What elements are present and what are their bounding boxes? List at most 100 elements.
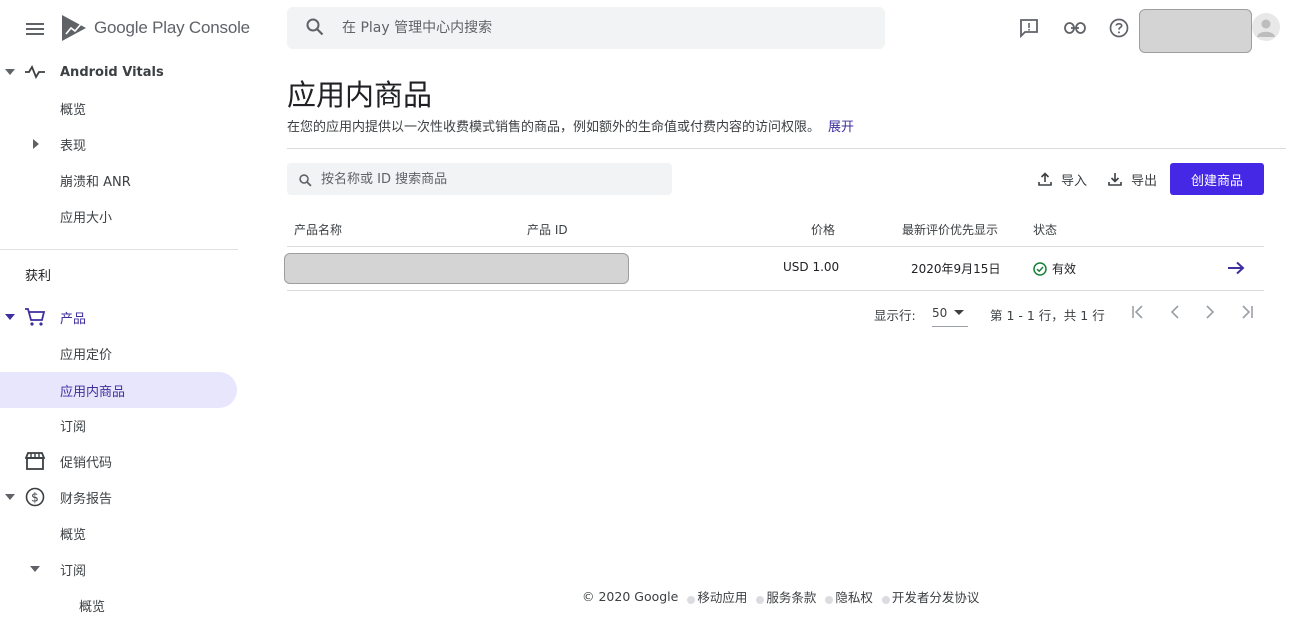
sidebar-item-label: 应用内商品 — [60, 384, 126, 400]
product-name-redacted — [284, 253, 629, 284]
caret-down-icon — [5, 492, 15, 502]
caret-down-icon — [5, 312, 15, 322]
rows-per-page-value: 50 — [932, 306, 948, 320]
import-label: 导入 — [1061, 173, 1088, 189]
separator-dot — [825, 595, 834, 604]
footer: © 2020 Google 移动应用 服务条款 隐私权 开发者分发协议 — [582, 587, 979, 606]
product-price: USD 1.00 — [783, 260, 840, 274]
caret-right-icon — [31, 139, 41, 149]
help-icon[interactable] — [1107, 16, 1131, 40]
sidebar-item-vitals-overview[interactable]: 概览 — [0, 90, 238, 126]
sidebar-item-crashes-anr[interactable]: 崩溃和 ANR — [0, 162, 238, 198]
sidebar-item-label: 促销代码 — [60, 455, 113, 471]
page-description: 在您的应用内提供以一次性收费模式销售的商品，例如额外的生命值或付费内容的访问权限… — [287, 116, 854, 135]
separator-dot — [881, 595, 890, 604]
global-search[interactable] — [287, 7, 885, 49]
sidebar-section-monetize: 获利 — [0, 256, 238, 292]
sidebar-divider — [0, 249, 238, 250]
rows-per-page-select[interactable]: 50 — [932, 300, 968, 327]
footer-link-terms[interactable]: 服务条款 — [766, 587, 816, 606]
sidebar-item-label: 表现 — [60, 138, 87, 154]
play-logo-icon — [62, 15, 86, 41]
section-label: 获利 — [25, 268, 52, 284]
account-switcher[interactable] — [1139, 9, 1252, 53]
export-label: 导出 — [1131, 173, 1158, 189]
cart-icon — [24, 306, 46, 328]
first-page-icon[interactable] — [1128, 302, 1148, 322]
sidebar-item-products[interactable]: 产品 — [0, 299, 238, 335]
import-button[interactable]: 导入 — [1037, 163, 1087, 195]
sidebar-item-performance[interactable]: 表现 — [0, 126, 238, 162]
sidebar-item-app-size[interactable]: 应用大小 — [0, 198, 238, 234]
export-button[interactable]: 导出 — [1107, 163, 1157, 195]
search-icon — [299, 172, 312, 191]
expand-link[interactable]: 展开 — [828, 120, 854, 135]
copyright: © 2020 Google — [582, 589, 679, 604]
footer-link-privacy[interactable]: 隐私权 — [835, 587, 873, 606]
avatar[interactable] — [1252, 13, 1280, 41]
sidebar-item-label: 应用大小 — [60, 210, 113, 226]
sidebar-item-finance-subscriptions[interactable]: 订阅 — [0, 551, 238, 587]
next-page-icon[interactable] — [1200, 302, 1220, 322]
search-icon — [306, 18, 324, 40]
sidebar-item-app-pricing[interactable]: 应用定价 — [0, 335, 238, 371]
product-updated-date: 2020年9月15日 — [911, 262, 1001, 276]
sidebar-item-label: 应用定价 — [60, 347, 113, 363]
create-product-button[interactable]: 创建商品 — [1170, 163, 1264, 195]
column-header-name[interactable]: 产品名称 — [294, 221, 342, 238]
sidebar-item-android-vitals[interactable]: Android Vitals — [0, 54, 238, 90]
sidebar-item-finance-subs-overview[interactable]: 概览 — [0, 587, 238, 623]
description-text: 在您的应用内提供以一次性收费模式销售的商品，例如额外的生命值或付费内容的访问权限… — [287, 120, 821, 135]
column-header-id[interactable]: 产品 ID — [527, 221, 568, 238]
column-header-status[interactable]: 状态 — [1033, 221, 1057, 238]
avatar-icon — [1257, 19, 1275, 37]
sidebar-item-label: 产品 — [60, 311, 87, 327]
separator-dot — [687, 595, 696, 604]
sidebar-item-in-app-products[interactable]: 应用内商品 — [0, 372, 237, 408]
caret-down-icon — [30, 564, 40, 574]
arrow-right-icon[interactable] — [1226, 259, 1246, 277]
status-text: 有效 — [1052, 262, 1077, 276]
vitals-icon — [24, 61, 46, 83]
page-title: 应用内商品 — [287, 78, 433, 112]
menu-icon[interactable] — [22, 16, 48, 42]
footer-link-dda[interactable]: 开发者分发协议 — [892, 587, 980, 606]
chevron-down-icon — [954, 310, 964, 315]
column-header-price[interactable]: 价格 — [811, 221, 835, 238]
table-header-divider — [287, 246, 1264, 247]
separator-dot — [756, 595, 765, 604]
header-divider — [287, 148, 1286, 149]
sidebar-item-label: 订阅 — [60, 419, 87, 435]
store-icon — [24, 450, 46, 472]
column-header-updated[interactable]: 最新评价优先显示 — [902, 221, 998, 238]
product-search-input[interactable] — [321, 163, 661, 195]
pagination-info: 第 1 - 1 行，共 1 行 — [990, 308, 1105, 323]
caret-down-icon — [5, 67, 15, 77]
play-console-logo[interactable]: Google Play Console — [60, 13, 250, 43]
global-search-input[interactable] — [342, 7, 862, 49]
link-icon[interactable] — [1063, 16, 1087, 40]
sidebar-item-finance-overview[interactable]: 概览 — [0, 515, 238, 551]
sidebar: Google Play Console Android Vitals 概览 表现… — [0, 0, 250, 634]
sidebar-item-financial-reports[interactable]: $ 财务报告 — [0, 479, 238, 515]
product-search[interactable] — [287, 163, 672, 195]
sidebar-item-label: 概览 — [79, 599, 106, 615]
logo-text: Google Play Console — [94, 18, 250, 37]
svg-text:$: $ — [31, 491, 39, 505]
sidebar-item-label: 财务报告 — [60, 491, 113, 507]
upload-icon — [1037, 171, 1053, 187]
last-page-icon[interactable] — [1237, 302, 1257, 322]
sidebar-item-promo-codes[interactable]: 促销代码 — [0, 443, 238, 479]
status-badge: 有效 — [1033, 260, 1076, 277]
feedback-icon[interactable] — [1017, 16, 1041, 40]
download-icon — [1107, 171, 1123, 187]
rows-per-page-label: 显示行: — [874, 308, 916, 323]
check-circle-icon — [1033, 261, 1047, 276]
table-row-divider — [287, 290, 1264, 291]
footer-link-mobile-app[interactable]: 移动应用 — [697, 587, 747, 606]
sidebar-item-label: Android Vitals — [60, 64, 164, 80]
dollar-icon: $ — [24, 486, 46, 508]
sidebar-item-label: 订阅 — [60, 563, 87, 579]
sidebar-item-subscriptions[interactable]: 订阅 — [0, 407, 238, 443]
prev-page-icon[interactable] — [1165, 302, 1185, 322]
